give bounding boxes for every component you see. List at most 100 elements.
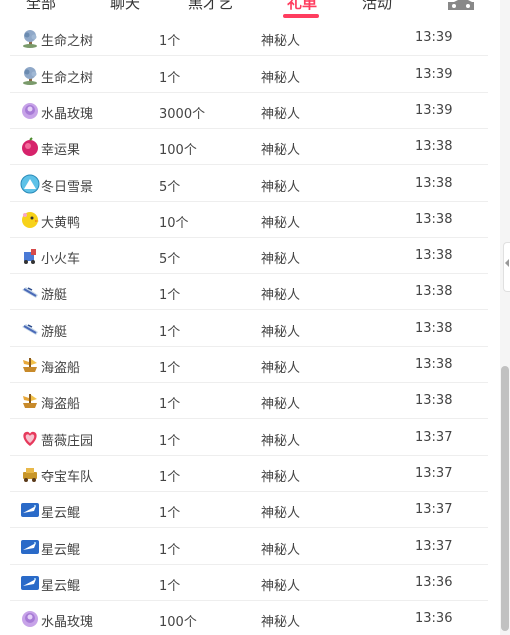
gift-quantity: 1个 <box>159 397 181 413</box>
gift-time: 13:38 <box>415 248 453 264</box>
scrollbar-thumb[interactable] <box>501 366 509 631</box>
train-icon <box>24 249 36 265</box>
gift-name: 生命之树 <box>41 34 94 50</box>
gift-name: 水晶玫瑰 <box>41 615 94 631</box>
gift-quantity: 5个 <box>159 252 181 268</box>
gift-row: 星云鲲 1个 神秘人 13:37 <box>10 492 488 529</box>
chevron-left-icon <box>505 259 509 267</box>
gift-row: 游艇 1个 神秘人 13:38 <box>10 274 488 311</box>
tab-chat[interactable]: 聊天 <box>110 0 140 13</box>
lucky-fruit-icon <box>22 137 38 157</box>
tab-bar: 全部 聊天 黑才艺 礼单 活动 <box>0 0 510 20</box>
sender-name: 神秘人 <box>261 106 301 122</box>
gift-name: 星云鲲 <box>41 542 81 558</box>
tab-gift-list[interactable]: 礼单 <box>287 0 317 13</box>
gift-row: 星云鲲 1个 神秘人 13:36 <box>10 565 488 601</box>
sender-name: 神秘人 <box>261 215 301 231</box>
gift-time: 13:38 <box>415 357 453 372</box>
star-whale-icon <box>21 503 39 518</box>
sender-name: 神秘人 <box>261 143 301 159</box>
yellow-duck-icon <box>22 211 39 228</box>
gift-name: 星云鲲 <box>41 506 81 522</box>
gift-row: 水晶玫瑰 3000个 神秘人 13:39 <box>10 93 488 129</box>
gift-time: 13:37 <box>415 502 453 518</box>
gift-time: 13:38 <box>415 284 453 300</box>
pirate-ship-icon <box>23 358 37 372</box>
gift-name: 海盗船 <box>41 397 81 413</box>
gift-row: 大黄鸭 10个 神秘人 13:38 <box>10 202 488 238</box>
gift-name: 水晶玫瑰 <box>41 106 94 122</box>
gift-row: 夺宝车队 1个 神秘人 13:37 <box>10 456 488 492</box>
gift-quantity: 1个 <box>159 506 181 522</box>
gift-name: 游艇 <box>41 288 68 304</box>
snow-scene-icon <box>20 174 40 193</box>
gift-row: 水晶玫瑰 100个 神秘人 13:36 <box>10 601 488 635</box>
gift-name: 游艇 <box>41 324 68 340</box>
car-icon[interactable] <box>446 0 476 10</box>
gift-row: 冬日雪景 5个 神秘人 13:38 <box>10 166 488 202</box>
gift-quantity: 3000个 <box>159 106 206 122</box>
gift-time: 13:36 <box>415 611 453 627</box>
tab-all[interactable]: 全部 <box>26 0 56 13</box>
gift-row: 游艇 1个 神秘人 13:38 <box>10 311 488 347</box>
side-collapse-button[interactable] <box>503 242 510 292</box>
gift-quantity: 100个 <box>159 143 197 159</box>
crystal-rose-icon <box>22 102 38 119</box>
star-whale-icon <box>21 575 39 590</box>
tab-talent[interactable]: 黑才艺 <box>188 0 233 13</box>
gift-row: 生命之树 1个 神秘人 13:39 <box>10 20 488 57</box>
gift-row: 蔷薇庄园 1个 神秘人 13:37 <box>10 420 488 456</box>
gift-time: 13:38 <box>415 175 453 191</box>
gift-time: 13:37 <box>415 538 453 554</box>
gift-time: 13:36 <box>415 574 453 590</box>
sender-name: 神秘人 <box>261 70 301 86</box>
gift-name: 夺宝车队 <box>41 469 94 485</box>
gift-quantity: 1个 <box>159 542 181 558</box>
gift-name: 海盗船 <box>41 361 81 376</box>
pirate-ship-icon <box>23 394 37 409</box>
tab-activity[interactable]: 活动 <box>362 0 392 13</box>
sender-name: 神秘人 <box>261 361 301 376</box>
yacht-icon <box>22 323 38 335</box>
sender-name: 神秘人 <box>261 252 301 268</box>
gift-quantity: 1个 <box>159 324 181 340</box>
star-whale-icon <box>21 539 39 554</box>
gift-row: 星云鲲 1个 神秘人 13:37 <box>10 529 488 565</box>
gift-quantity: 1个 <box>159 70 181 86</box>
sender-name: 神秘人 <box>261 506 301 522</box>
gift-name: 星云鲲 <box>41 578 81 594</box>
treasure-convoy-icon <box>23 467 37 482</box>
gift-name: 生命之树 <box>41 70 94 86</box>
sender-name: 神秘人 <box>261 179 301 195</box>
gift-name: 大黄鸭 <box>41 215 81 231</box>
sender-name: 神秘人 <box>261 542 301 558</box>
gift-time: 13:37 <box>415 465 453 481</box>
tree-icon <box>23 30 37 49</box>
gift-quantity: 100个 <box>159 615 197 631</box>
gift-quantity: 1个 <box>159 578 181 594</box>
gift-quantity: 1个 <box>159 34 181 50</box>
sender-name: 神秘人 <box>261 288 301 304</box>
gift-time: 13:38 <box>415 320 453 336</box>
gift-quantity: 10个 <box>159 215 189 231</box>
gift-quantity: 1个 <box>159 433 181 449</box>
gift-row: 生命之树 1个 神秘人 13:39 <box>10 57 488 93</box>
gift-row: 海盗船 1个 神秘人 13:38 <box>10 383 488 420</box>
sender-name: 神秘人 <box>261 469 301 485</box>
sender-name: 神秘人 <box>261 34 301 50</box>
gift-list: 红宝石钻戒10个神秘人13:39生命之树1个神秘人13:39生命之树1个神秘人1… <box>0 0 500 635</box>
tree-icon <box>23 66 37 85</box>
gift-quantity: 1个 <box>159 469 181 485</box>
gift-time: 13:39 <box>415 66 453 82</box>
sender-name: 神秘人 <box>261 615 301 631</box>
gift-row: 小火车 5个 神秘人 13:38 <box>10 238 488 275</box>
gift-time: 13:38 <box>415 393 453 409</box>
gift-time: 13:38 <box>415 211 453 227</box>
gift-name: 冬日雪景 <box>41 179 94 195</box>
gift-name: 幸运果 <box>41 143 81 159</box>
gift-time: 13:37 <box>415 429 453 445</box>
gift-time: 13:38 <box>415 139 453 155</box>
sender-name: 神秘人 <box>261 578 301 594</box>
yacht-icon <box>22 287 38 299</box>
gift-name: 蔷薇庄园 <box>41 433 94 449</box>
